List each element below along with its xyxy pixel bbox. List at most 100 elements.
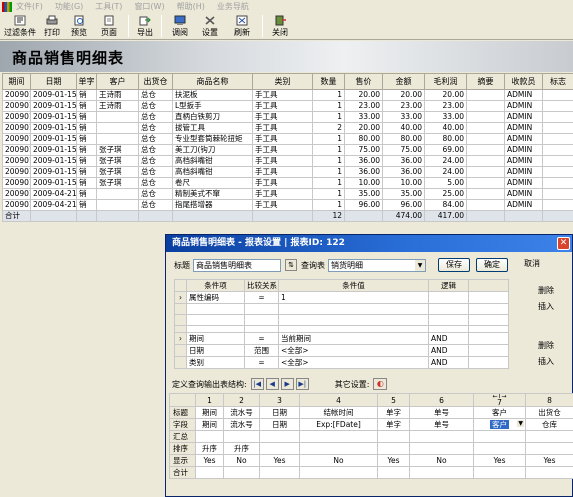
table-cell[interactable]: 总仓: [138, 188, 173, 200]
table-cell[interactable]: 卷尺: [172, 177, 253, 189]
table-cell[interactable]: 80.00: [382, 133, 425, 145]
table-cell[interactable]: 2009-01-15: [30, 133, 77, 145]
table-cell[interactable]: 84.00: [424, 199, 467, 211]
structure-row[interactable]: 字段 期间 流水号 日期 Exp:[FDate] 单字 单号 客户 ▼ 仓库: [169, 418, 573, 431]
col-header[interactable]: 出货仓: [138, 73, 173, 90]
table-cell[interactable]: 手工具: [252, 199, 313, 211]
table-cell[interactable]: 200901: [2, 177, 31, 189]
table-row[interactable]: 2009012009-01-15销王诗雨总仓L型扳手手工具123.0023.00…: [2, 100, 573, 112]
table-cell[interactable]: 10.00: [344, 177, 383, 189]
table-cell[interactable]: 高档斜嘴钳: [172, 166, 253, 178]
structure-cell[interactable]: 期间: [195, 418, 224, 431]
structure-cell[interactable]: [525, 466, 573, 479]
col-header[interactable]: 客户: [96, 73, 139, 90]
table-cell[interactable]: 200901: [2, 100, 31, 112]
condition2-logic-cell[interactable]: AND: [428, 332, 469, 345]
table-cell[interactable]: 23.00: [344, 100, 383, 112]
condition-row[interactable]: › 属性编码 = 1: [174, 291, 509, 304]
table-cell[interactable]: 1: [312, 111, 345, 123]
table-cell[interactable]: 总仓: [138, 111, 173, 123]
table-cell[interactable]: 200901: [2, 166, 31, 178]
table-cell[interactable]: [542, 89, 573, 101]
col-header[interactable]: 售价: [344, 73, 383, 90]
table-cell[interactable]: 销: [76, 144, 97, 156]
table-cell[interactable]: ADMIN: [504, 100, 543, 112]
table-cell[interactable]: 2009-01-15: [30, 177, 77, 189]
table-cell[interactable]: 33.00: [382, 111, 425, 123]
structure-cell[interactable]: 流水号: [223, 406, 260, 419]
table-cell[interactable]: 张子琪: [96, 144, 139, 156]
menu-business-nav[interactable]: 业务导航: [217, 1, 249, 12]
table-cell[interactable]: ADMIN: [504, 111, 543, 123]
ok-button[interactable]: 确定: [476, 258, 508, 272]
structure-cell[interactable]: Yes: [195, 454, 224, 467]
col-header[interactable]: 类别: [252, 73, 313, 90]
title-input[interactable]: 商品销售明细表: [193, 258, 281, 272]
table-cell[interactable]: [542, 133, 573, 145]
menu-tools[interactable]: 工具(T): [95, 1, 122, 12]
col-header[interactable]: 期间: [2, 73, 31, 90]
structure-cell[interactable]: [409, 442, 474, 455]
table-cell[interactable]: ADMIN: [504, 144, 543, 156]
table-cell[interactable]: 手工具: [252, 166, 313, 178]
table-cell[interactable]: 销: [76, 188, 97, 200]
table-row[interactable]: 2009012009-01-15销张子琪总仓美工刀(钩刀手工具175.0075.…: [2, 144, 573, 156]
table-cell[interactable]: 王诗雨: [96, 89, 139, 101]
table-cell[interactable]: 69.00: [424, 144, 467, 156]
table-cell[interactable]: [466, 166, 505, 178]
table-cell[interactable]: [542, 155, 573, 167]
table-cell[interactable]: 36.00: [344, 166, 383, 178]
delete-condition-button[interactable]: 删除: [538, 285, 554, 296]
table-cell[interactable]: [96, 122, 139, 134]
table-cell[interactable]: [542, 111, 573, 123]
structure-cell[interactable]: 日期: [259, 418, 300, 431]
table-cell[interactable]: [466, 111, 505, 123]
table-row[interactable]: 2009012009-01-15销张子琪总仓卷尺手工具110.0010.005.…: [2, 177, 573, 189]
structure-col-number[interactable]: ←T→ 7: [473, 393, 526, 407]
table-cell[interactable]: 96.00: [382, 199, 425, 211]
table-cell[interactable]: 销: [76, 100, 97, 112]
table-row[interactable]: 2009012009-01-15销张子琪总仓高档斜嘴钳手工具136.0036.0…: [2, 155, 573, 167]
condition2-value-cell[interactable]: 当前期间: [278, 332, 429, 345]
table-cell[interactable]: L型扳手: [172, 100, 253, 112]
table-cell[interactable]: 1: [312, 166, 345, 178]
logic-cell[interactable]: [428, 314, 469, 326]
table-cell[interactable]: 指尾搭增器: [172, 199, 253, 211]
table-cell[interactable]: 销: [76, 199, 97, 211]
structure-cell[interactable]: 单字: [377, 406, 410, 419]
table-cell[interactable]: 精制美式不窜: [172, 188, 253, 200]
structure-row[interactable]: 标题 期间 流水号 日期 结帐时间 单字 单号 客户 出货仓: [169, 406, 573, 419]
table-cell[interactable]: 200901: [2, 122, 31, 134]
table-cell[interactable]: 36.00: [382, 166, 425, 178]
structure-cell[interactable]: [525, 430, 573, 443]
table-cell[interactable]: 扶泥板: [172, 89, 253, 101]
table-cell[interactable]: 35.00: [344, 188, 383, 200]
menu-file[interactable]: 文件(F): [16, 1, 43, 12]
structure-col-number[interactable]: 2: [223, 393, 260, 407]
table-cell[interactable]: 总仓: [138, 122, 173, 134]
structure-cell[interactable]: 升序: [223, 442, 260, 455]
structure-cell[interactable]: [299, 442, 378, 455]
table-cell[interactable]: [466, 199, 505, 211]
table-cell[interactable]: 2009-01-15: [30, 89, 77, 101]
table-cell[interactable]: 专业型套筒棘轮扭矩: [172, 133, 253, 145]
structure-cell[interactable]: [259, 442, 300, 455]
structure-col-number[interactable]: 5: [377, 393, 410, 407]
table-cell[interactable]: [466, 188, 505, 200]
table-cell[interactable]: 2009-01-15: [30, 155, 77, 167]
table-cell[interactable]: 200901: [2, 199, 31, 211]
structure-cell[interactable]: 流水号: [223, 418, 260, 431]
table-cell[interactable]: 手工具: [252, 144, 313, 156]
insert-condition2-button[interactable]: 插入: [538, 356, 554, 367]
structure-cell[interactable]: [259, 466, 300, 479]
table-cell[interactable]: [542, 188, 573, 200]
condition2-row[interactable]: 类别 = <全部> AND: [174, 356, 509, 369]
table-cell[interactable]: [466, 144, 505, 156]
structure-cell[interactable]: 升序: [195, 442, 224, 455]
table-cell[interactable]: 王诗雨: [96, 100, 139, 112]
table-cell[interactable]: 手工具: [252, 155, 313, 167]
table-cell[interactable]: 总仓: [138, 144, 173, 156]
structure-cell[interactable]: 客户: [473, 406, 526, 419]
other-settings-icon[interactable]: ◐: [373, 378, 388, 390]
structure-cell[interactable]: No: [409, 454, 474, 467]
